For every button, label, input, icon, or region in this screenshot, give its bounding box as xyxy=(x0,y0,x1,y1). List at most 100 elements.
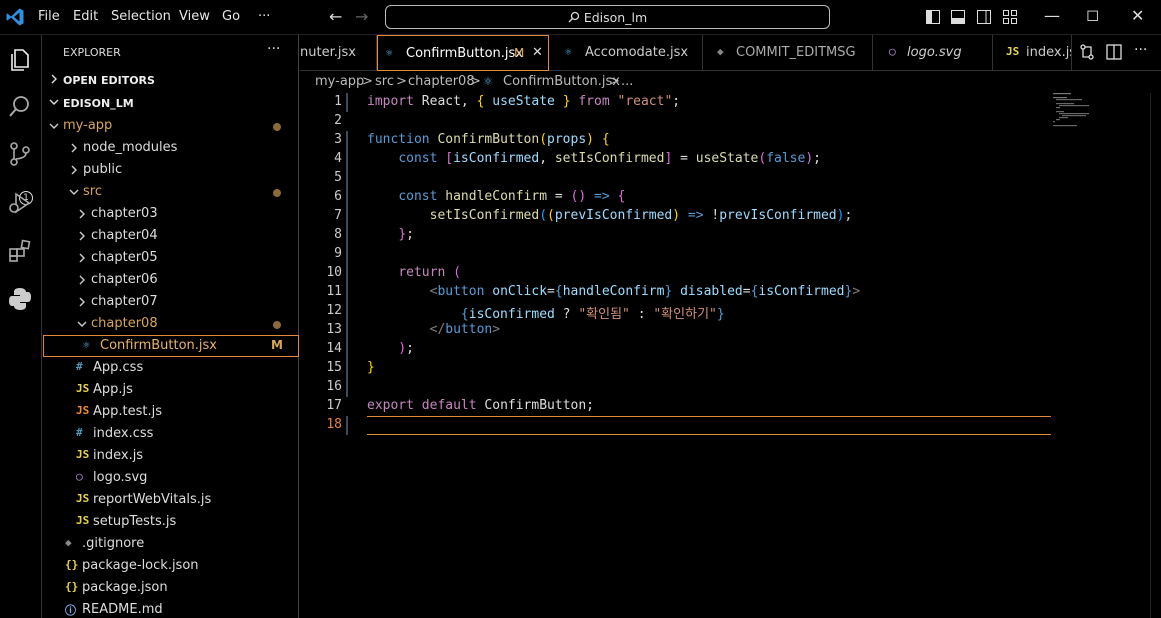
command-center-search[interactable]: Edison_lm xyxy=(385,5,830,29)
code-editor[interactable]: 1 import React, { useState } from "react"… xyxy=(300,93,1161,618)
explorer-files-icon[interactable] xyxy=(7,47,33,73)
code-token: ( xyxy=(539,132,548,147)
tree-item-label: node_modules xyxy=(83,140,178,155)
python-icon[interactable] xyxy=(7,286,33,312)
tree-item-reportwebvitals-js[interactable]: JS reportWebVitals.js xyxy=(43,489,299,511)
menu-selection[interactable]: Selection xyxy=(111,9,171,24)
tab-confirmbutton[interactable]: ⚛ ConfirmButton.jsx M ✕ xyxy=(377,35,549,71)
tree-item-readme-md[interactable]: ⓘ README.md xyxy=(43,599,299,618)
code-token: props xyxy=(547,132,587,147)
tree-item-public[interactable]: public xyxy=(43,159,299,181)
close-window-icon[interactable]: ✕ xyxy=(1131,6,1144,25)
code-token: ) xyxy=(672,208,681,223)
js-file-icon: JS xyxy=(76,448,90,461)
tab-index-js[interactable]: JS index.js xyxy=(993,35,1072,71)
close-tab-icon[interactable]: ✕ xyxy=(532,45,543,60)
menu-go[interactable]: Go xyxy=(222,9,240,24)
tree-item-label: chapter04 xyxy=(91,228,158,243)
code-token: { xyxy=(554,284,563,299)
tree-item-confirmbutton-jsx[interactable]: ⚛ ConfirmButton.jsx M xyxy=(43,335,299,357)
menu-edit[interactable]: Edit xyxy=(73,9,98,24)
breadcrumb-chapter08[interactable]: chapter08 xyxy=(408,74,475,89)
activity-bar: 1 xyxy=(0,35,42,618)
tree-item-index-css[interactable]: # index.css xyxy=(43,423,299,445)
react-icon: ⚛ xyxy=(386,46,393,59)
customize-layout-icon[interactable] xyxy=(1003,10,1017,24)
maximize-icon[interactable]: ◻ xyxy=(1086,5,1099,24)
editor-more-actions[interactable]: ··· xyxy=(1134,42,1147,58)
tree-item-app-test-js[interactable]: JS App.test.js xyxy=(43,401,299,423)
code-token: { xyxy=(460,307,469,322)
tree-item-my-app[interactable]: my-app xyxy=(43,115,299,137)
tree-item-app-js[interactable]: JS App.js xyxy=(43,379,299,401)
extensions-icon[interactable] xyxy=(7,238,33,264)
vertical-scrollbar[interactable] xyxy=(1150,93,1161,618)
tab-accomodate[interactable]: ⚛ Accomodate.jsx xyxy=(549,35,703,71)
line-number: 18 xyxy=(326,417,342,432)
code-token: ; xyxy=(406,227,414,242)
open-editors-header[interactable]: OPEN EDITORS xyxy=(43,70,299,92)
toggle-primary-sidebar-icon[interactable] xyxy=(926,10,940,24)
split-editor-icon[interactable] xyxy=(1105,43,1123,61)
code-token: useState xyxy=(695,151,759,166)
tab-nuter[interactable]: nuter.jsx xyxy=(300,35,377,71)
modified-dot xyxy=(273,123,281,131)
run-debug-icon[interactable] xyxy=(7,190,33,216)
code-token: false xyxy=(766,151,806,166)
line-number: 15 xyxy=(326,360,342,375)
breadcrumb-symbol[interactable]: ... xyxy=(621,74,633,89)
source-control-icon[interactable] xyxy=(7,141,33,167)
vscode-logo-icon[interactable] xyxy=(5,7,25,27)
explorer-sidebar: EXPLORER ··· OPEN EDITORS EDISON_LM my-a… xyxy=(43,35,299,618)
tree-item-chapter05[interactable]: chapter05 xyxy=(43,247,299,269)
tree-item-index-js[interactable]: JS index.js xyxy=(43,445,299,467)
tree-item-chapter06[interactable]: chapter06 xyxy=(43,269,299,291)
search-icon[interactable] xyxy=(7,94,33,120)
workspace-header[interactable]: EDISON_LM xyxy=(43,93,299,115)
code-token: button xyxy=(437,284,485,299)
code-line: import React, { useState } from "react"; xyxy=(367,94,680,109)
forward-arrow-icon[interactable]: → xyxy=(355,7,368,26)
toggle-panel-icon[interactable] xyxy=(951,10,965,24)
css-file-icon: # xyxy=(76,360,83,373)
tree-item-setuptests-js[interactable]: JS setupTests.js xyxy=(43,511,299,533)
open-changes-icon[interactable] xyxy=(1078,43,1096,61)
tree-item-app-css[interactable]: # App.css xyxy=(43,357,299,379)
breadcrumb-file[interactable]: ConfirmButton.jsx xyxy=(503,74,620,89)
tab-logo-svg[interactable]: ◯ logo.svg xyxy=(873,35,993,71)
tree-item--gitignore[interactable]: ◆ .gitignore xyxy=(43,533,299,555)
git-change-marker xyxy=(346,416,348,435)
tab-commit-editmsg[interactable]: ◆ COMMIT_EDITMSG xyxy=(703,35,873,71)
js-file-icon: JS xyxy=(76,492,90,505)
breadcrumb-my-app[interactable]: my-app xyxy=(315,74,364,89)
info-file-icon: ⓘ xyxy=(65,604,76,617)
tree-item-chapter08[interactable]: chapter08 xyxy=(43,313,299,335)
tree-item-chapter03[interactable]: chapter03 xyxy=(43,203,299,225)
tree-item-src[interactable]: src xyxy=(43,181,299,203)
code-token: "확인하기" xyxy=(653,307,717,322)
tree-item-chapter04[interactable]: chapter04 xyxy=(43,225,299,247)
menu-file[interactable]: File xyxy=(38,9,60,24)
chevron-down-icon xyxy=(49,123,59,129)
breadcrumb-src[interactable]: src xyxy=(375,74,394,89)
back-arrow-icon[interactable]: ← xyxy=(329,7,342,26)
tree-item-package-lock-json[interactable]: {} package-lock.json xyxy=(43,555,299,577)
tree-item-package-json[interactable]: {} package.json xyxy=(43,577,299,599)
json-file-icon: {} xyxy=(65,580,79,593)
minimap[interactable] xyxy=(1050,93,1130,153)
code-token: ConfirmButton xyxy=(437,132,540,147)
menu-more[interactable]: ··· xyxy=(258,9,270,24)
code-line: return ( xyxy=(367,265,461,280)
minimize-icon[interactable]: — xyxy=(1044,6,1060,25)
tree-item-node-modules[interactable]: node_modules xyxy=(43,137,299,159)
tree-item-logo-svg[interactable]: ◯ logo.svg xyxy=(43,467,299,489)
explorer-more-actions[interactable]: ··· xyxy=(267,41,280,57)
tree-item-chapter07[interactable]: chapter07 xyxy=(43,291,299,313)
menu-view[interactable]: View xyxy=(179,9,210,24)
toggle-secondary-sidebar-icon[interactable] xyxy=(977,10,991,24)
